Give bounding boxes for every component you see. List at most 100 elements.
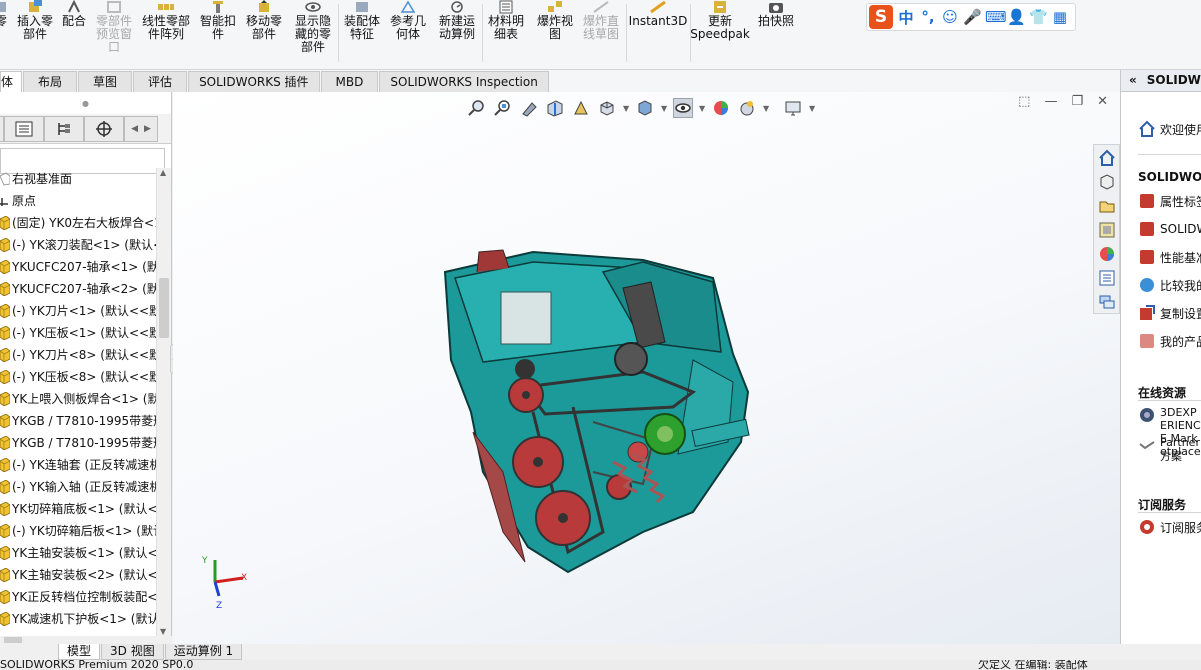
dimxpert-manager-tab[interactable]: [84, 115, 124, 142]
design-library-icon[interactable]: [1096, 171, 1118, 193]
assembly-features-button[interactable]: 装配体 特征: [340, 0, 384, 66]
component-preview-button[interactable]: 零部件 预览窗 口: [92, 0, 136, 66]
ime-keyboard-icon[interactable]: ⌨: [985, 8, 1007, 26]
tab-nav-arrows[interactable]: [0, 644, 58, 660]
tree-item[interactable]: YKUCFC207-轴承<1> (默认<<默: [0, 256, 156, 278]
appearances-icon[interactable]: [1096, 243, 1118, 265]
tree-item[interactable]: YK主轴安装板<1> (默认<<默: [0, 542, 156, 564]
tree-item[interactable]: (-) YK滚刀装配<1> (默认<<默认: [0, 234, 156, 256]
tree-item[interactable]: (-) YK刀片<1> (默认<<默认>: [0, 300, 156, 322]
insert-component-button[interactable]: 插入零 部件: [14, 0, 56, 66]
tree-item[interactable]: YK主轴安装板<2> (默认<<默: [0, 564, 156, 586]
sogou-logo-icon[interactable]: S: [869, 5, 893, 29]
property-manager-tab[interactable]: [4, 115, 44, 142]
resource-link[interactable]: 属性标签: [1138, 192, 1201, 210]
welcome-link[interactable]: 欢迎使用: [1138, 120, 1201, 138]
panel-tab-scroll[interactable]: ◀ ▶: [124, 115, 158, 142]
scroll-down-icon[interactable]: ▼: [160, 627, 166, 636]
ime-emoji-icon[interactable]: ☺: [941, 8, 959, 26]
show-hidden-components-button[interactable]: 显示隐 藏的零 部件: [290, 0, 336, 66]
scroll-up-icon[interactable]: ▲: [160, 168, 166, 177]
tree-item[interactable]: (-) YK输入轴 (正反转减速机: [0, 476, 156, 498]
resource-link[interactable]: SOLIDWORKS: [1138, 220, 1201, 238]
smart-fasteners-button[interactable]: 智能扣 件: [196, 0, 240, 66]
tree-item[interactable]: YK减速机下护板<1> (默认<<: [0, 608, 156, 630]
ime-punctuation-icon[interactable]: °,: [919, 8, 937, 26]
tree-item[interactable]: YK上喂入侧板焊合<1> (默认<<: [0, 388, 156, 410]
assembly-model[interactable]: [173, 92, 1120, 644]
ime-skin-icon[interactable]: 👕: [1029, 8, 1048, 26]
view-palette-icon[interactable]: [1096, 219, 1118, 241]
forum-icon[interactable]: [1096, 291, 1118, 313]
explode-line-sketch-button[interactable]: 爆炸直 线草图: [578, 0, 624, 66]
hscroll-thumb[interactable]: [4, 637, 22, 643]
resource-link[interactable]: 性能基准: [1138, 248, 1201, 266]
ime-toolbox-icon[interactable]: ▦: [1051, 8, 1069, 26]
update-speedpak-button[interactable]: 更新 Speedpak: [690, 0, 750, 66]
tree-item[interactable]: 右视基准面: [0, 168, 156, 190]
property-manager-icon: [15, 121, 33, 136]
tab-solidworks-inspection[interactable]: SOLIDWORKS Inspection: [379, 71, 549, 92]
part-icon: [0, 238, 10, 252]
tab-evaluate[interactable]: 评估: [133, 71, 188, 92]
bill-of-materials-button[interactable]: 材料明 细表: [484, 0, 528, 66]
new-motion-study-button[interactable]: 新建运 动算例: [434, 0, 480, 66]
tab-model[interactable]: 模型: [58, 644, 101, 660]
bottom-tabs: 模型 3D 视图 运动算例 1: [0, 644, 1201, 660]
tree-item[interactable]: YKGB / T7810-1995带菱形座: [0, 432, 156, 454]
tab-sketch[interactable]: 草图: [78, 71, 133, 92]
custom-properties-icon[interactable]: [1096, 267, 1118, 289]
graphics-area[interactable]: ▼ ▼ ▼ ▼ ▼ ⬚ — ❐ ✕ Y X Z: [173, 92, 1120, 644]
tab-solidworks-addins[interactable]: SOLIDWORKS 插件: [188, 71, 320, 92]
exploded-view-button[interactable]: 爆炸视 图: [532, 0, 578, 66]
instant3d-button[interactable]: Instant3D: [628, 0, 688, 66]
ime-user-icon[interactable]: 👤: [1007, 8, 1026, 26]
resource-link[interactable]: 复制设置: [1138, 304, 1201, 322]
reference-geometry-button[interactable]: 参考几 何体: [386, 0, 430, 66]
move-component-button[interactable]: 移动零 部件: [242, 0, 286, 66]
tab-motion-study[interactable]: 运动算例 1: [164, 644, 243, 660]
take-snapshot-button[interactable]: 拍快照: [752, 0, 800, 66]
file-explorer-icon[interactable]: [1096, 195, 1118, 217]
subscription-link[interactable]: 订阅服务: [1138, 518, 1201, 536]
part-icon: [0, 260, 10, 274]
tree-item[interactable]: YK正反转档位控制板装配<1>: [0, 586, 156, 608]
solidworks-resource-icon: [1140, 250, 1154, 264]
tab-assembly[interactable]: 体: [0, 71, 23, 92]
tree-item-label: YKUCFC207-轴承<2> (默认<<默: [12, 282, 156, 296]
resource-link[interactable]: 我的产品: [1138, 332, 1201, 350]
tree-item[interactable]: (-) YK切碎箱后板<1> (默认<<: [0, 520, 156, 542]
tab-layout[interactable]: 布局: [23, 71, 78, 92]
resource-link[interactable]: 比较我的: [1138, 276, 1201, 294]
tree-item[interactable]: (固定) YK0左右大板焊合<1> (默: [0, 212, 156, 234]
exploded-view-icon: [548, 1, 562, 12]
snapshot-icon: [769, 3, 783, 13]
tree-item[interactable]: YKGB / T7810-1995带菱形座: [0, 410, 156, 432]
scroll-thumb[interactable]: [159, 278, 169, 338]
ime-chinese-mode-icon[interactable]: 中: [897, 7, 915, 28]
partner-link[interactable]: Partner 方案: [1138, 436, 1201, 464]
mate-button[interactable]: 配合: [58, 0, 90, 66]
tree-item[interactable]: (-) YK连轴套 (正反转减速机: [0, 454, 156, 476]
reference-geometry-icon: [400, 0, 416, 13]
tree-item[interactable]: 原点: [0, 190, 156, 212]
tree-item-label: YK主轴安装板<1> (默认<<默: [12, 546, 156, 560]
tab-3d-views[interactable]: 3D 视图: [101, 644, 164, 660]
reference-triad[interactable]: Y X Z: [199, 552, 259, 612]
panel-grip[interactable]: ●: [0, 92, 171, 114]
double-chevron-left-icon[interactable]: «: [1129, 73, 1137, 87]
tree-horizontal-scrollbar[interactable]: [0, 636, 172, 644]
tree-item[interactable]: YKUCFC207-轴承<2> (默认<<默: [0, 278, 156, 300]
tree-item[interactable]: (-) YK压板<1> (默认<<默认>: [0, 322, 156, 344]
tree-item[interactable]: (-) YK压板<8> (默认<<默认>: [0, 366, 156, 388]
ribbon-button-partial[interactable]: 零: [0, 0, 8, 66]
linear-pattern-button[interactable]: 线性零部 件阵列: [138, 0, 194, 66]
tree-item[interactable]: (-) YK刀片<8> (默认<<默认>: [0, 344, 156, 366]
copy-settings-icon: [1140, 305, 1155, 320]
tab-mbd[interactable]: MBD: [320, 71, 379, 92]
tree-item[interactable]: YK切碎箱底板<1> (默认<<默: [0, 498, 156, 520]
ime-voice-icon[interactable]: 🎤: [963, 8, 982, 26]
tree-vertical-scrollbar[interactable]: ▲ ▼: [156, 168, 171, 636]
configuration-manager-tab[interactable]: [44, 115, 84, 142]
home-icon[interactable]: [1096, 147, 1118, 169]
